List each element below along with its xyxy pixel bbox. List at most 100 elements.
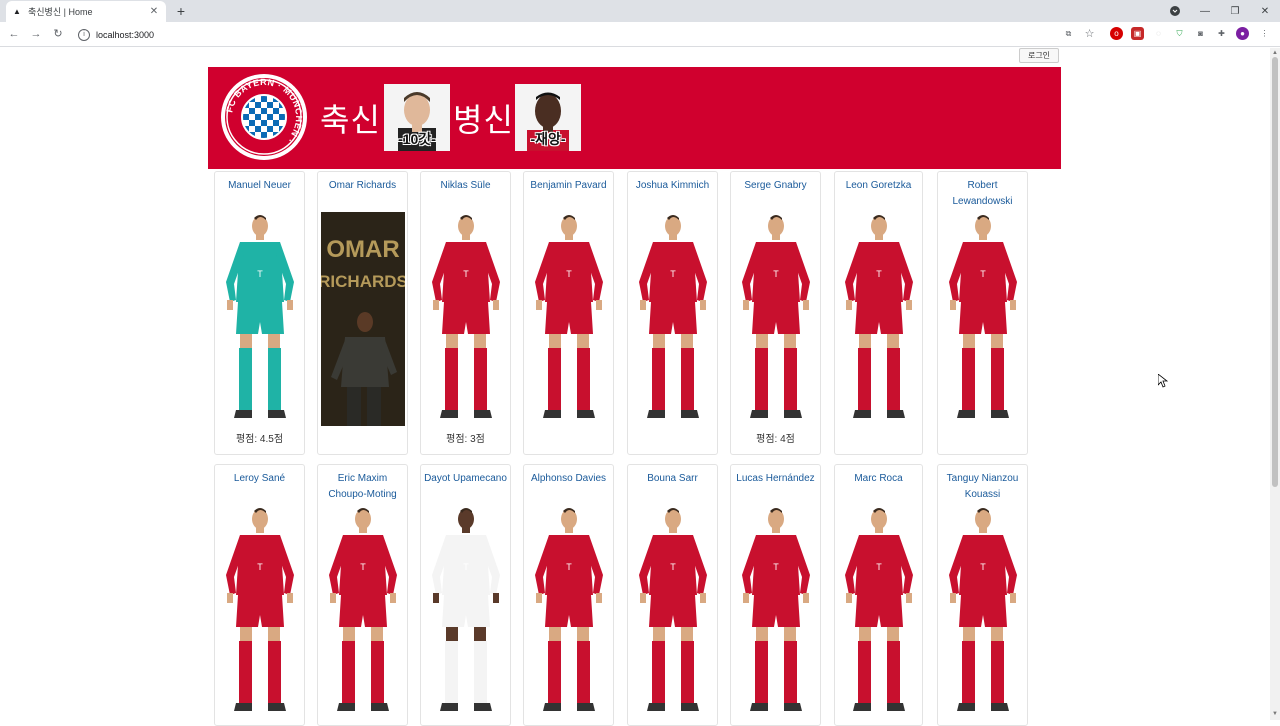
translate-icon[interactable]: ⧉ <box>1062 27 1075 40</box>
player-name[interactable]: Lucas Hernández <box>731 471 820 487</box>
player-figure-image: T <box>328 508 397 711</box>
player-photo[interactable]: T <box>943 212 1023 431</box>
svg-text:T: T <box>566 269 572 279</box>
minimize-icon[interactable]: — <box>1190 0 1220 22</box>
player-name[interactable]: Benjamin Pavard <box>524 178 613 194</box>
player-photo[interactable]: T <box>839 212 919 431</box>
player-figure-image: T <box>534 215 603 418</box>
player-photo[interactable]: T <box>736 505 816 724</box>
player-name[interactable]: Eric Maxim Choupo-Moting <box>318 471 407 503</box>
brand-text-part1: 축신 <box>320 101 381 139</box>
player-name[interactable]: Leroy Sané <box>215 471 304 487</box>
back-icon[interactable]: ← <box>6 26 22 42</box>
url-text: localhost:3000 <box>96 29 155 40</box>
player-name[interactable]: Alphonso Davies <box>524 471 613 487</box>
player-name[interactable]: Marc Roca <box>835 471 922 487</box>
tab-strip: ▲ 축신병신 | Home ✕ + — ❐ ✕ <box>0 0 1280 22</box>
reload-icon[interactable]: ↻ <box>50 26 66 42</box>
player-photo[interactable]: T <box>943 505 1023 724</box>
player-card[interactable]: Leon Goretzka T <box>834 171 923 455</box>
player-rating: 평점: 4점 <box>756 434 795 445</box>
player-figure-image: T <box>534 508 603 711</box>
player-photo[interactable]: T <box>323 505 403 724</box>
shield-extension-icon[interactable]: ⛉ <box>1173 27 1186 40</box>
player-photo[interactable]: T <box>633 212 713 431</box>
player-card[interactable]: Omar Richards OMAR RICHARDS <box>317 171 408 455</box>
player-photo[interactable]: T <box>839 505 919 724</box>
camera-extension-icon[interactable]: ◙ <box>1194 27 1207 40</box>
profile-avatar-icon[interactable]: ● <box>1236 27 1249 40</box>
forward-icon[interactable]: → <box>28 26 44 42</box>
bookmark-star-icon[interactable]: ☆ <box>1083 27 1096 40</box>
browser-toolbar: ← → ↻ i localhost:3000 ⧉ ☆ o ▣ ◌ ⛉ ◙ ✚ ●… <box>0 22 1280 47</box>
player-name[interactable]: Manuel Neuer <box>215 178 304 194</box>
player-figure-image: T <box>431 215 500 418</box>
extensions-icon[interactable]: ✚ <box>1215 27 1228 40</box>
svg-text:T: T <box>773 562 779 572</box>
player-card[interactable]: Niklas Süle T 평점: 3점 <box>420 171 511 455</box>
profile-menu-icon[interactable] <box>1160 0 1190 22</box>
login-button[interactable]: 로그인 <box>1019 48 1059 63</box>
player-card[interactable]: Benjamin Pavard T <box>523 171 614 455</box>
player-name[interactable]: Omar Richards <box>318 178 407 194</box>
opera-extension-icon[interactable]: o <box>1110 27 1123 40</box>
player-figure-image: T <box>741 508 810 711</box>
tab-title: 축신병신 | Home <box>28 7 93 17</box>
browser-tab[interactable]: ▲ 축신병신 | Home ✕ <box>6 1 166 22</box>
player-card[interactable]: Bouna Sarr T <box>627 464 718 726</box>
site-info-icon[interactable]: i <box>78 28 90 41</box>
player-rating: 평점: 3점 <box>446 434 485 445</box>
face-image-2: -재앙- <box>515 84 581 151</box>
player-figure-image: T <box>948 508 1017 711</box>
svg-text:T: T <box>566 562 572 572</box>
player-photo[interactable]: T <box>736 212 816 431</box>
scrollbar-thumb[interactable] <box>1272 57 1278 487</box>
address-bar[interactable]: i localhost:3000 <box>74 25 1074 44</box>
player-card[interactable]: Alphonso Davies T <box>523 464 614 726</box>
player-name[interactable]: Leon Goretzka <box>835 178 922 194</box>
svg-text:OMAR: OMAR <box>326 236 399 263</box>
svg-text:T: T <box>670 269 676 279</box>
player-photo[interactable]: T <box>633 505 713 724</box>
player-card[interactable]: Joshua Kimmich T <box>627 171 718 455</box>
player-name[interactable]: Tanguy Nianzou Kouassi <box>938 471 1027 503</box>
player-name[interactable]: Robert Lewandowski <box>938 178 1027 210</box>
scroll-down-icon[interactable]: ▼ <box>1271 711 1279 719</box>
player-card[interactable]: Manuel Neuer T 평점: 4.5점 <box>214 171 305 455</box>
player-card[interactable]: Marc Roca T <box>834 464 923 726</box>
new-tab-button[interactable]: + <box>172 2 190 20</box>
player-photo[interactable]: T <box>426 505 506 724</box>
player-photo[interactable]: T <box>220 505 300 724</box>
player-card[interactable]: Robert Lewandowski T <box>937 171 1028 455</box>
player-name[interactable]: Joshua Kimmich <box>628 178 717 194</box>
player-name[interactable]: Bouna Sarr <box>628 471 717 487</box>
player-figure-image: T <box>948 215 1017 418</box>
player-name[interactable]: Serge Gnabry <box>731 178 820 194</box>
player-photo[interactable]: T <box>529 505 609 724</box>
player-figure-image: T <box>225 215 294 418</box>
player-card[interactable]: Dayot Upamecano T <box>420 464 511 726</box>
brand-text-part2: 병신 <box>453 101 514 139</box>
player-name[interactable]: Niklas Süle <box>421 178 510 194</box>
player-photo[interactable]: T <box>220 212 300 431</box>
player-card[interactable]: Leroy Sané T <box>214 464 305 726</box>
player-figure-image: T <box>844 508 913 711</box>
pdf-extension-icon[interactable]: ▣ <box>1131 27 1144 40</box>
close-window-icon[interactable]: ✕ <box>1250 0 1280 22</box>
puzzle-ext-icon[interactable]: ◌ <box>1152 27 1165 40</box>
player-card[interactable]: Serge Gnabry T 평점: 4점 <box>730 171 821 455</box>
tab-close-icon[interactable]: ✕ <box>148 6 160 17</box>
svg-text:FC BAYERN · MÜNCHEN ·: FC BAYERN · MÜNCHEN · <box>225 78 303 145</box>
player-card[interactable]: Lucas Hernández T <box>730 464 821 726</box>
player-name[interactable]: Dayot Upamecano <box>421 471 510 487</box>
player-card[interactable]: Eric Maxim Choupo-Moting T <box>317 464 408 726</box>
player-photo[interactable]: OMAR RICHARDS <box>318 212 407 431</box>
menu-kebab-icon[interactable]: ⋮ <box>1258 27 1271 40</box>
player-photo[interactable]: T <box>529 212 609 431</box>
logo-ring: FC BAYERN · MÜNCHEN · <box>225 78 303 155</box>
fc-bayern-logo[interactable]: FC BAYERN · MÜNCHEN · <box>221 74 307 160</box>
player-card[interactable]: Tanguy Nianzou Kouassi T <box>937 464 1028 726</box>
player-photo[interactable]: T <box>426 212 506 431</box>
face-image-1: -10갓- <box>384 84 450 151</box>
restore-icon[interactable]: ❐ <box>1220 0 1250 22</box>
